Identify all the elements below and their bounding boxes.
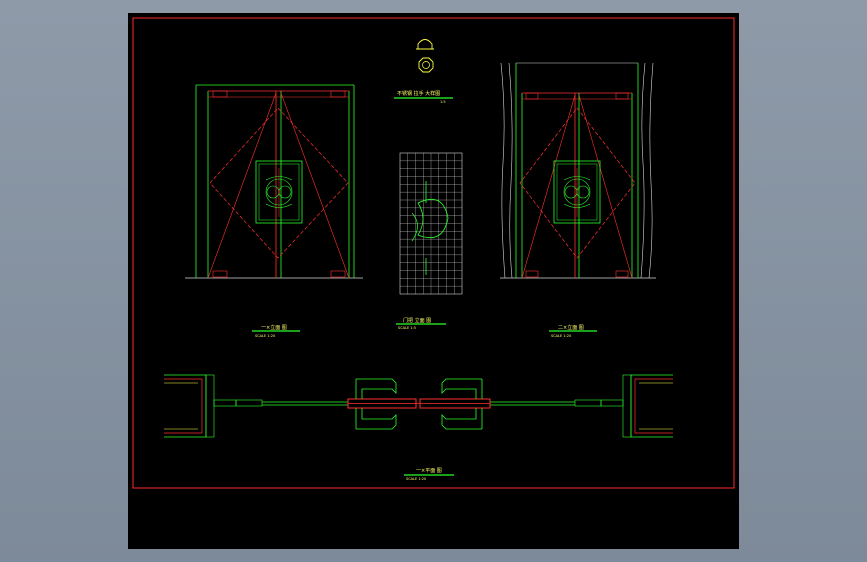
right-elevation-label: 二×立面 图 [558,324,584,331]
model-space-viewport[interactable]: 一×立面 图 SCALE 1:20 不锈钢 拉手 大样图 1:5 门把 立面 图… [128,13,739,549]
left-elevation-title: 一×立面 图 SCALE 1:20 [252,324,300,338]
grid-ornament [411,181,449,275]
plan-scale: SCALE 1:20 [406,477,426,481]
left-elevation-scale: SCALE 1:20 [255,334,275,338]
right-elevation-scale: SCALE 1:20 [551,334,571,338]
right-elevation-title: 二×立面 图 SCALE 1:20 [549,324,597,338]
drawing-border-outer [132,17,735,489]
plan-title: 一×平面 图 SCALE 1:20 [404,468,454,481]
handle-detail-title: 不锈钢 拉手 大样图 1:5 [394,90,453,104]
detail-elevation-title: 门把 立面 图 SCALE 1:5 [396,317,446,330]
handle-detail-scale: 1:5 [440,100,446,104]
cad-drawing: 一×立面 图 SCALE 1:20 不锈钢 拉手 大样图 1:5 门把 立面 图… [132,17,735,489]
detail-elevation-label: 门把 立面 图 [403,317,431,324]
door-plan-view [164,374,673,438]
left-elevation-label: 一×立面 图 [261,324,287,331]
right-door-elevation [500,62,656,279]
handle-detail-icons [416,39,434,73]
handle-grid-elevation [399,152,463,295]
plan-label: 一×平面 图 [416,468,442,474]
detail-elevation-scale: SCALE 1:5 [398,326,416,330]
left-door-elevation [185,84,363,279]
handle-detail-label: 不锈钢 拉手 大样图 [397,90,440,97]
